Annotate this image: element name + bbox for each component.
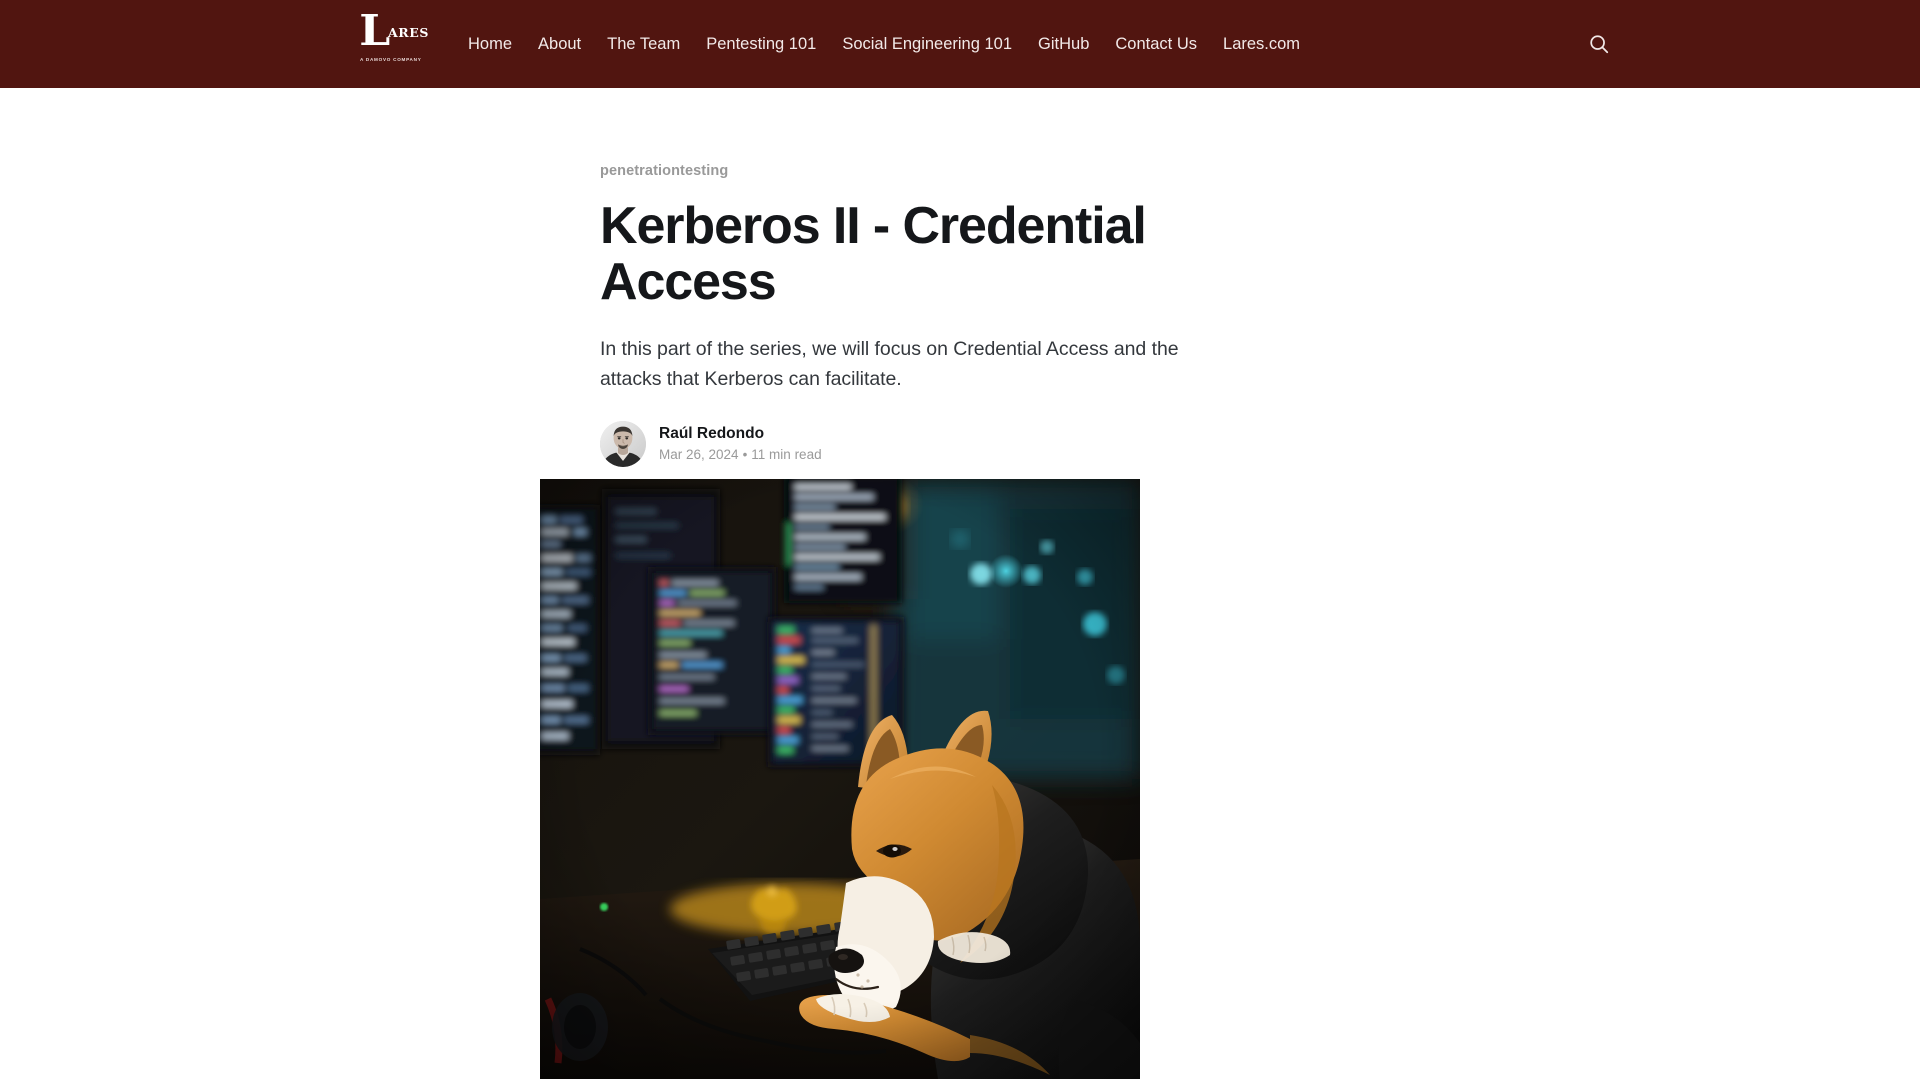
logo-letter: L (359, 6, 390, 55)
search-button[interactable] (1586, 31, 1612, 57)
main-content: penetrationtesting Kerberos II - Credent… (0, 88, 1920, 1079)
meta-separator: • (742, 447, 748, 463)
nav-item-social-engineering-101[interactable]: Social Engineering 101 (829, 34, 1025, 54)
header-inner: L ARES A DAMOVO COMPANY Home About The T… (0, 0, 1920, 88)
post-article: penetrationtesting Kerberos II - Credent… (540, 88, 1320, 1079)
nav-item-the-team[interactable]: The Team (594, 34, 693, 54)
main-navigation: Home About The Team Pentesting 101 Socia… (455, 0, 1313, 88)
post-excerpt: In this part of the series, we will focu… (600, 338, 1179, 390)
author-name[interactable]: Raúl Redondo (659, 424, 822, 443)
post-meta: Mar 26, 2024 • 11 min read (659, 446, 822, 463)
post-date: Mar 26, 2024 (659, 447, 739, 463)
site-logo[interactable]: L ARES A DAMOVO COMPANY (358, 6, 428, 69)
nav-item-github[interactable]: GitHub (1025, 34, 1102, 54)
nav-item-pentesting-101[interactable]: Pentesting 101 (693, 34, 829, 54)
nav-item-home[interactable]: Home (455, 34, 525, 54)
nav-item-contact-us[interactable]: Contact Us (1102, 34, 1210, 54)
byline-text: Raúl Redondo Mar 26, 2024 • 11 min read (659, 424, 822, 463)
post-title: Kerberos II - Credential Access (600, 197, 1147, 312)
author-avatar[interactable] (600, 420, 646, 467)
logo-tagline: A DAMOVO COMPANY (360, 57, 422, 62)
post-feature-image (540, 478, 1140, 1079)
nav-item-about[interactable]: About (525, 34, 594, 54)
site-header: L ARES A DAMOVO COMPANY Home About The T… (0, 0, 1920, 88)
logo-mark: L ARES (358, 6, 428, 55)
logo-wordmark: ARES (388, 25, 430, 40)
feature-image-photo (540, 478, 1140, 1079)
search-icon (1590, 35, 1609, 54)
post-tag[interactable]: penetrationtesting (600, 161, 728, 181)
post-read-time: 11 min read (751, 447, 822, 463)
post-byline: Raúl Redondo Mar 26, 2024 • 11 min read (600, 420, 1320, 467)
avatar-photo (600, 420, 646, 467)
nav-item-lares-com[interactable]: Lares.com (1210, 34, 1313, 54)
